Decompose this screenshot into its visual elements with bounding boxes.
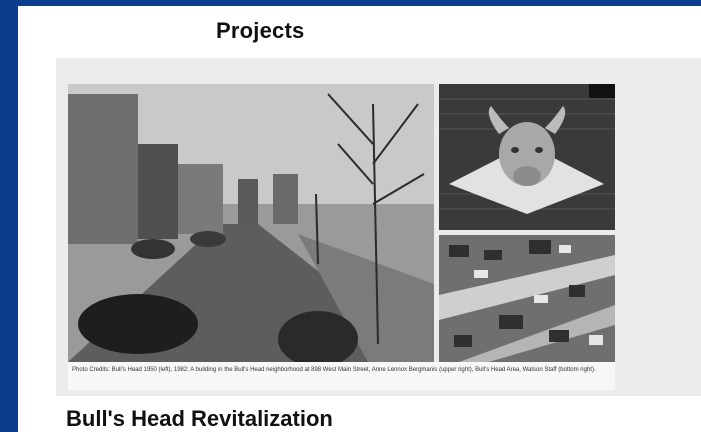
photo-caption-strip: Photo Credits: Bull's Head 1950 (left), … [68,362,615,390]
photo-gallery-panel: Photo Credits: Bull's Head 1950 (left), … [56,58,701,396]
project-title[interactable]: Bull's Head Revitalization [66,406,333,432]
section-heading: Projects [216,18,305,43]
page-content: Projects Photo Credits: Bull's Head 1950… [18,6,701,432]
street-scene-photo[interactable] [68,84,434,362]
bull-head-sculpture-photo[interactable] [439,84,615,230]
aerial-neighborhood-photo[interactable] [439,235,615,362]
photo-credits-caption: Photo Credits: Bull's Head 1950 (left), … [72,367,596,373]
